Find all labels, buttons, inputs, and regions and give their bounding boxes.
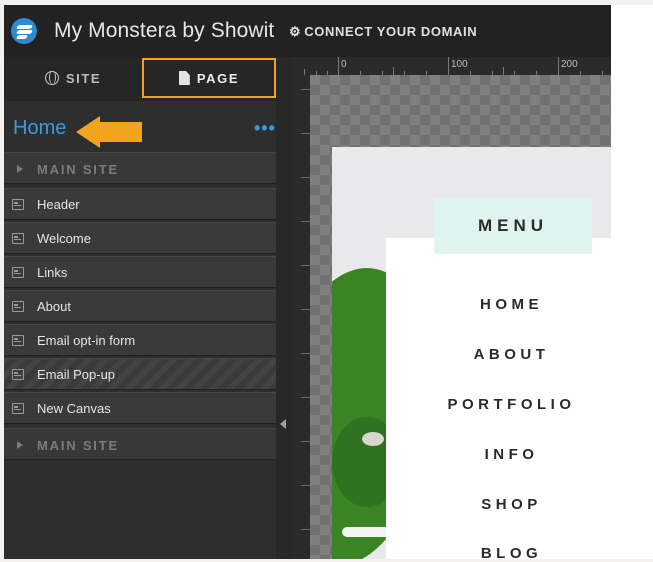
canvas-icon: [12, 403, 24, 414]
canvas-item-new-canvas[interactable]: New Canvas: [4, 392, 276, 424]
connect-domain-button[interactable]: ⚙ CONNECT YOUR DOMAIN: [289, 24, 477, 40]
ruler-mark: 100: [451, 59, 468, 70]
canvas-icon: [12, 233, 24, 244]
section-label: MAIN SITE: [37, 438, 119, 453]
showit-editor: My Monstera by Showit ⚙ CONNECT YOUR DOMA…: [4, 5, 611, 559]
canvas-label: Header: [37, 197, 80, 212]
canvas-item-about[interactable]: About: [4, 290, 276, 322]
page-header: Home •••: [4, 109, 276, 149]
globe-icon: [44, 71, 59, 85]
menu-item-blog[interactable]: BLOG: [386, 545, 611, 559]
canvas-icon: [12, 199, 24, 210]
canvas-label: Links: [37, 265, 68, 280]
canvas-label: New Canvas: [37, 401, 111, 416]
canvas-item-links[interactable]: Links: [4, 256, 276, 288]
connect-domain-label: CONNECT YOUR DOMAIN: [304, 24, 478, 39]
page-icon: [178, 71, 190, 85]
gear-icon: ⚙: [289, 24, 302, 39]
canvas-label: Email opt-in form: [37, 333, 136, 348]
collapse-left-icon: [280, 419, 286, 429]
canvas-icon: [12, 301, 24, 312]
arrow-pointer-icon: [76, 116, 142, 148]
tab-page-label: PAGE: [196, 70, 240, 86]
menu-item-home[interactable]: HOME: [386, 296, 611, 313]
canvas-item-header[interactable]: Header: [4, 188, 276, 220]
page-name[interactable]: Home: [13, 117, 66, 140]
top-bar: My Monstera by Showit ⚙ CONNECT YOUR DOMA…: [4, 5, 611, 57]
sidebar-tabs: SITE PAGE: [4, 57, 276, 101]
menu-item-about[interactable]: ABOUT: [386, 346, 611, 363]
tab-site[interactable]: SITE: [4, 58, 142, 98]
ruler-mark: 0: [341, 59, 347, 70]
section-main-site-2[interactable]: MAIN SITE: [4, 428, 276, 460]
menu-item-shop[interactable]: SHOP: [386, 496, 611, 513]
page-background: [611, 5, 653, 559]
canvas-label: Welcome: [37, 231, 91, 246]
showit-logo-icon[interactable]: [11, 18, 37, 44]
canvas-icon: [12, 267, 24, 278]
canvas-label: About: [37, 299, 71, 314]
expand-triangle-icon: [17, 165, 23, 173]
canvas-label: Email Pop-up: [37, 367, 116, 382]
section-label: MAIN SITE: [37, 162, 119, 177]
menu-item-info[interactable]: INFO: [386, 446, 611, 463]
canvas-item-welcome[interactable]: Welcome: [4, 222, 276, 254]
section-main-site[interactable]: MAIN SITE: [4, 152, 276, 184]
horizontal-ruler: 0 100 200: [292, 57, 611, 75]
ruler-mark: 200: [561, 59, 578, 70]
more-options-button[interactable]: •••: [254, 118, 276, 139]
vertical-ruler: [292, 75, 310, 559]
canvas-item-email-opt-in-form[interactable]: Email opt-in form: [4, 324, 276, 356]
canvas-icon: [12, 335, 24, 346]
expand-triangle-icon: [17, 441, 23, 449]
sidebar: SITE PAGE Home ••• MAIN SITE Header Welc…: [4, 57, 276, 559]
menu-title[interactable]: MENU: [434, 198, 592, 254]
menu-item-portfolio[interactable]: PORTFOLIO: [386, 396, 611, 413]
app-title: My Monstera by Showit: [54, 19, 275, 42]
popup-canvas-icon: [12, 369, 24, 380]
tab-site-label: SITE: [65, 70, 102, 86]
tab-page[interactable]: PAGE: [142, 58, 276, 98]
leaf-highlight: [362, 432, 384, 446]
canvas-item-email-pop-up[interactable]: Email Pop-up: [4, 358, 276, 390]
sidebar-collapse-handle[interactable]: [276, 57, 292, 559]
